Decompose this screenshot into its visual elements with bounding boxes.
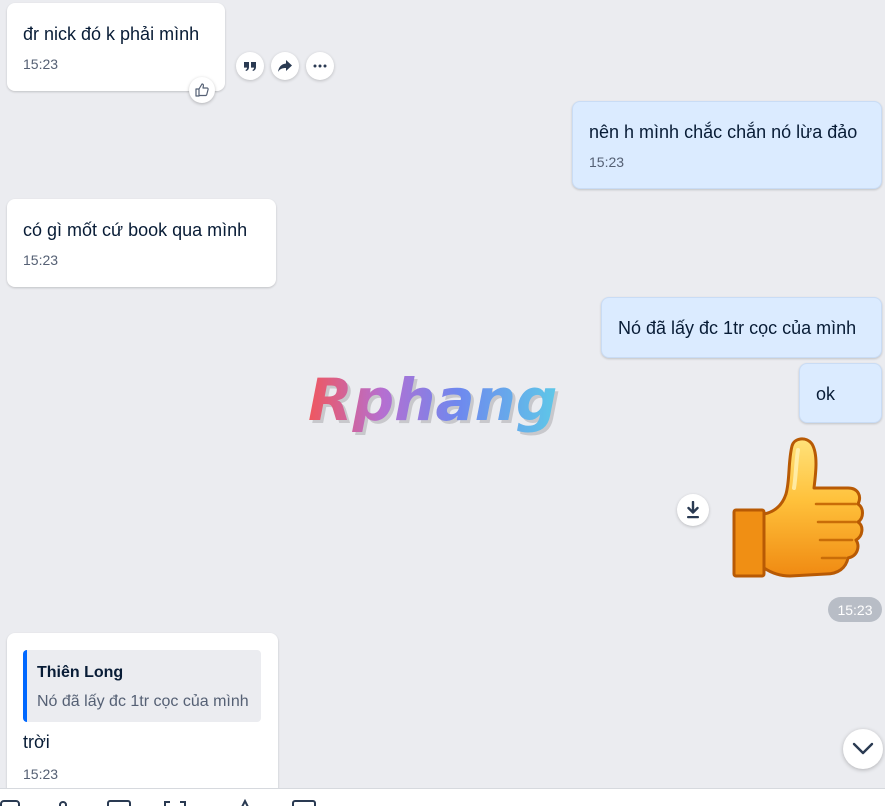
outgoing-message[interactable]: nên h mình chắc chắn nó lừa đảo 15:23 [572, 101, 882, 189]
download-button[interactable] [677, 494, 709, 526]
message-text: nên h mình chắc chắn nó lừa đảo [589, 122, 858, 142]
quote-button[interactable] [236, 52, 264, 80]
chevron-down-icon [852, 742, 874, 755]
composer-toolbar [0, 788, 885, 806]
incoming-reply-message[interactable]: Thiên Long Nó đã lấy đc 1tr cọc của mình… [7, 633, 278, 788]
forward-icon [278, 60, 292, 72]
card-icon[interactable] [292, 799, 318, 806]
screenshot-icon[interactable] [163, 799, 189, 806]
scroll-to-bottom-button[interactable] [843, 729, 883, 769]
image-icon[interactable] [107, 799, 133, 806]
quoted-message[interactable]: Thiên Long Nó đã lấy đc 1tr cọc của mình [23, 650, 261, 722]
outgoing-message[interactable]: Nó đã lấy đc 1tr cọc của mình [601, 297, 882, 358]
chat-area[interactable]: đr nick đó k phải mình 15:23 nên h mình … [0, 0, 885, 788]
sticker-icon[interactable] [0, 799, 22, 806]
message-time: 15:23 [23, 766, 59, 782]
more-button[interactable] [306, 52, 334, 80]
watermark-logo: Rphang Rphang [305, 362, 585, 442]
thumbs-up-sticker[interactable] [730, 432, 868, 584]
attach-icon[interactable] [56, 799, 78, 806]
more-icon [313, 64, 327, 68]
download-icon [687, 501, 699, 519]
message-text: ok [816, 384, 836, 404]
forward-button[interactable] [271, 52, 299, 80]
message-time: 15:23 [589, 154, 625, 170]
like-icon [195, 83, 209, 97]
incoming-message[interactable]: đr nick đó k phải mình 15:23 [7, 3, 225, 103]
quote-author: Thiên Long [37, 664, 124, 681]
message-time: 15:23 [23, 252, 59, 268]
message-text: có gì mốt cứ book qua mình [23, 220, 248, 240]
reaction-button[interactable] [189, 77, 215, 103]
quote-text: Nó đã lấy đc 1tr cọc của mình [37, 693, 249, 710]
outgoing-message[interactable]: ok [799, 363, 882, 423]
message-time: 15:23 [23, 56, 59, 72]
incoming-message[interactable]: có gì mốt cứ book qua mình 15:23 [7, 199, 276, 287]
svg-text:Rphang: Rphang [308, 366, 557, 434]
message-text: Nó đã lấy đc 1tr cọc của mình [618, 318, 857, 338]
sticker-time-badge: 15:23 [828, 597, 882, 622]
quote-icon [244, 62, 256, 71]
message-text: trời [23, 732, 50, 752]
format-text-icon[interactable] [233, 799, 257, 806]
message-text: đr nick đó k phải mình [23, 24, 200, 44]
